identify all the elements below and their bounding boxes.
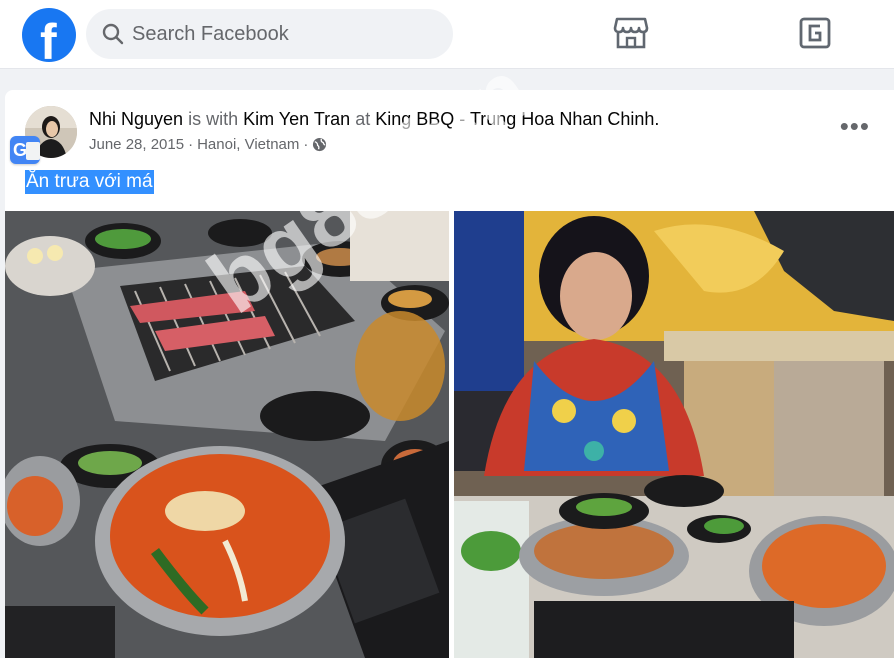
author-link[interactable]: Nhi Nguyen — [89, 109, 183, 129]
top-bar: f — [0, 0, 894, 69]
post-meta: June 28, 2015 · Hanoi, Vietnam · — [89, 136, 327, 153]
facebook-logo-letter: f — [40, 14, 57, 62]
woman-in-restaurant-photo[interactable] — [454, 211, 894, 658]
place-link[interactable]: King BBQ - Trung Hoa Nhan Chinh — [375, 109, 654, 129]
post-location[interactable]: Hanoi, Vietnam — [197, 136, 299, 153]
korean-bbq-table-photo[interactable] — [5, 211, 449, 658]
more-options-icon[interactable]: ••• — [840, 113, 870, 139]
at-word: at — [355, 109, 371, 129]
post-card: G Nhi Nguyen is with Kim Yen Tran at Kin… — [5, 90, 894, 658]
post-date[interactable]: June 28, 2015 — [89, 136, 184, 153]
with-word: is with — [188, 109, 239, 129]
meta-separator-2: · — [303, 136, 309, 153]
gaming-icon[interactable] — [799, 16, 831, 50]
search-input[interactable] — [132, 9, 432, 59]
facebook-logo[interactable]: f — [22, 8, 76, 62]
meta-separator: · — [188, 136, 194, 153]
globe-icon[interactable] — [312, 137, 327, 152]
translate-icon[interactable]: G — [10, 136, 40, 164]
post-title: Nhi Nguyen is with Kim Yen Tran at King … — [89, 109, 660, 129]
post-caption: Ăn trưa với má — [25, 170, 154, 194]
search-icon — [102, 23, 124, 45]
marketplace-icon[interactable] — [613, 16, 649, 50]
search-bar[interactable] — [86, 9, 453, 59]
tagged-friend-link[interactable]: Kim Yen Tran — [243, 109, 350, 129]
